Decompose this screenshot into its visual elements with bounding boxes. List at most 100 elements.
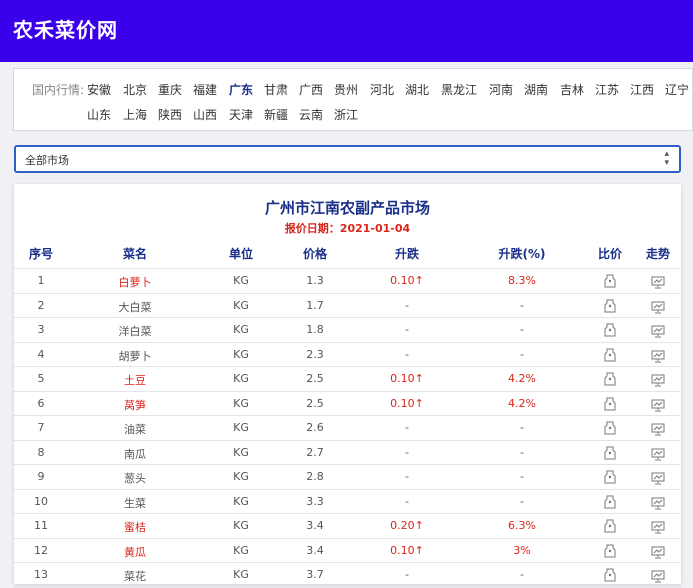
row-divider: [14, 317, 681, 318]
province-link[interactable]: 河北: [370, 81, 394, 98]
province-link[interactable]: 河南: [489, 81, 513, 98]
vegetable-name: 生菜: [124, 496, 146, 510]
price-tag-icon[interactable]: [604, 322, 616, 341]
province-link[interactable]: 湖南: [524, 81, 548, 98]
price-tag-icon[interactable]: [604, 298, 616, 317]
province-link[interactable]: 山东: [87, 106, 111, 123]
change-cell: -: [405, 347, 409, 361]
price-cell: 2.5: [306, 372, 324, 385]
province-link[interactable]: 陕西: [158, 106, 182, 123]
row-number: 6: [37, 396, 45, 410]
province-link[interactable]: 广东: [229, 81, 253, 98]
unit-cell: KG: [233, 470, 249, 483]
price-cell: 1.3: [306, 274, 324, 287]
province-link[interactable]: 福建: [193, 81, 217, 98]
col-header-price: 价格: [302, 247, 328, 261]
col-header-unit: 单位: [228, 247, 254, 261]
unit-cell: KG: [233, 494, 249, 508]
price-cell: 2.5: [306, 396, 324, 410]
change-cell: 0.20↑: [390, 519, 424, 532]
row-divider: [14, 562, 681, 563]
price-tag-icon[interactable]: [604, 273, 616, 292]
row-divider: [14, 464, 681, 465]
trend-chart-icon[interactable]: [651, 470, 665, 489]
province-link[interactable]: 天津: [229, 106, 253, 123]
col-header-no: 序号: [28, 247, 54, 261]
row-divider: [14, 390, 681, 392]
trend-chart-icon[interactable]: [651, 299, 665, 318]
unit-cell: KG: [233, 323, 249, 336]
province-link[interactable]: 山西: [193, 106, 217, 123]
price-tag-icon[interactable]: [604, 445, 616, 464]
trend-chart-icon[interactable]: [651, 544, 665, 563]
price-tag-icon[interactable]: [604, 567, 616, 586]
trend-chart-icon[interactable]: [651, 348, 665, 367]
trend-chart-icon[interactable]: [651, 323, 665, 342]
change-cell: 0.10↑: [390, 274, 424, 287]
region-filter: 国内行情: 安徽 北京 重庆 福建 广东 甘肃 广西 贵州 河北 湖北 黑龙江 河南 湖南 吉林 江苏 江西辽…: [13, 68, 693, 131]
vegetable-name: 南瓜: [124, 447, 146, 461]
change-cell: -: [405, 445, 409, 459]
price-tag-icon[interactable]: [604, 494, 616, 513]
row-number: 8: [37, 445, 45, 459]
market-select[interactable]: 全部市场 ▴ ▾: [14, 145, 681, 173]
change-percent-cell: -: [520, 445, 524, 459]
change-percent-cell: -: [520, 568, 524, 581]
trend-chart-icon[interactable]: [651, 519, 665, 538]
change-percent-cell: -: [520, 323, 524, 336]
province-link[interactable]: 云南: [299, 106, 323, 123]
price-cell: 3.4: [306, 543, 324, 557]
vegetable-name: 莴笋: [124, 398, 146, 412]
unit-cell: KG: [233, 445, 249, 459]
unit-cell: KG: [233, 543, 249, 557]
price-table-card: 广州市江南农副产品市场 报价日期：2021-01-04 序号 菜名 单位 价格 升跌 升跌…: [14, 184, 681, 588]
col-header-change: 升跌: [394, 247, 420, 261]
province-link[interactable]: 上海: [123, 106, 147, 123]
vegetable-name: 胡萝卜: [118, 349, 152, 363]
province-link[interactable]: 新疆: [264, 106, 288, 123]
change-percent-cell: -: [520, 298, 524, 312]
row-divider: [14, 439, 681, 441]
province-link[interactable]: 甘肃: [264, 81, 288, 98]
change-cell: 0.10↑: [390, 396, 424, 410]
province-link[interactable]: 江苏: [595, 81, 619, 98]
trend-chart-icon[interactable]: [651, 372, 665, 391]
change-cell: -: [405, 494, 409, 508]
province-link[interactable]: 黑龙江: [441, 81, 477, 98]
province-link[interactable]: 湖北: [405, 81, 429, 98]
price-tag-icon[interactable]: [604, 347, 616, 366]
trend-chart-icon[interactable]: [651, 421, 665, 440]
site-logo[interactable]: 农禾菜价网: [13, 14, 118, 43]
change-percent-cell: 4.2%: [508, 396, 536, 410]
province-link[interactable]: 安徽: [87, 81, 111, 98]
province-link[interactable]: 江西: [630, 81, 654, 98]
price-tag-icon[interactable]: [604, 396, 616, 415]
trend-chart-icon[interactable]: [651, 274, 665, 293]
trend-chart-icon[interactable]: [651, 568, 665, 587]
trend-chart-icon[interactable]: [651, 397, 665, 416]
price-tag-icon[interactable]: [604, 543, 616, 562]
price-tag-icon[interactable]: [604, 371, 616, 390]
price-cell: 3.7: [306, 568, 324, 581]
trend-chart-icon[interactable]: [651, 495, 665, 514]
trend-chart-icon[interactable]: [651, 446, 665, 465]
province-link[interactable]: 辽宁: [665, 81, 689, 98]
col-header-trend: 走势: [645, 247, 671, 261]
row-number: 1: [37, 274, 45, 287]
unit-cell: KG: [233, 396, 249, 410]
row-number: 4: [37, 347, 45, 361]
province-link[interactable]: 浙江: [334, 106, 358, 123]
price-tag-icon[interactable]: [604, 518, 616, 537]
row-number: 3: [37, 323, 45, 336]
province-link[interactable]: 贵州: [334, 81, 358, 98]
vegetable-name: 菜花: [124, 570, 146, 583]
change-cell: -: [405, 323, 409, 336]
price-tag-icon[interactable]: [604, 469, 616, 488]
province-link[interactable]: 重庆: [158, 81, 182, 98]
province-link[interactable]: 广西: [299, 81, 323, 98]
province-link[interactable]: 北京: [123, 81, 147, 98]
vegetable-name: 大白菜: [118, 300, 152, 314]
row-divider: [14, 366, 681, 367]
province-link[interactable]: 吉林: [560, 81, 584, 98]
price-tag-icon[interactable]: [604, 420, 616, 439]
